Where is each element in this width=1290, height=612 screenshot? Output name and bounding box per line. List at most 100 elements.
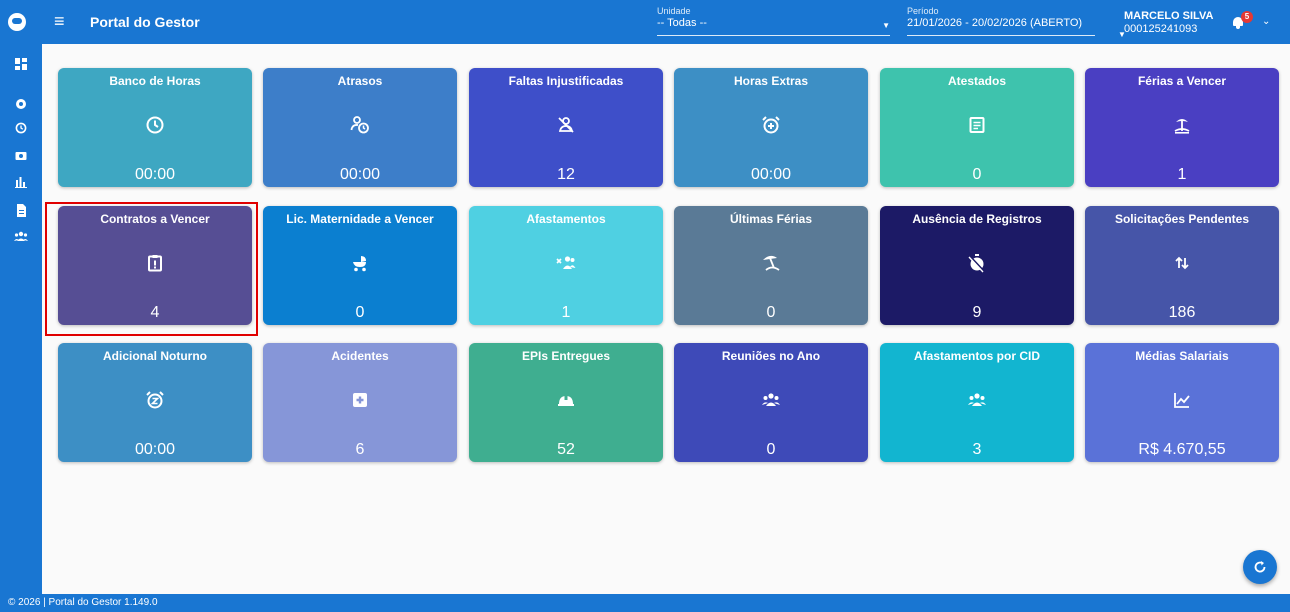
card-value: 00:00 (339, 166, 381, 183)
clock-icon (15, 122, 27, 134)
card-value: 1 (1177, 166, 1187, 183)
late-clock-icon (350, 116, 369, 134)
card-title: Adicional Noturno (103, 349, 207, 363)
card-title: Solicitações Pendentes (1114, 212, 1250, 226)
card-title: Afastamentos por CID (913, 349, 1041, 363)
card-contratos-a-vencer[interactable]: Contratos a Vencer 4 (58, 206, 252, 325)
card-title: Afastamentos (526, 212, 606, 226)
period-label: Período (907, 6, 939, 16)
card-ferias-a-vencer[interactable]: Férias a Vencer 1 (1085, 68, 1279, 187)
card-adicional-noturno[interactable]: Adicional Noturno 00:00 (58, 343, 252, 462)
sidebar-item-payroll[interactable] (13, 148, 29, 164)
card-value: 4 (150, 304, 160, 321)
card-value: 3 (972, 441, 982, 458)
money-icon (15, 152, 27, 160)
card-value: 186 (1168, 304, 1196, 321)
card-value: 12 (557, 166, 575, 183)
card-title: Ausência de Registros (912, 212, 1042, 226)
card-title: Médias Salariais (1135, 349, 1229, 363)
dashboard-icon (15, 58, 27, 70)
period-value: 21/01/2026 - 20/02/2026 (ABERTO) (907, 17, 1083, 29)
unit-select[interactable]: Unidade -- Todas -- ▼ (657, 6, 890, 36)
card-title: Acidentes (331, 349, 389, 363)
card-epis-entregues[interactable]: EPIs Entregues 52 (469, 343, 663, 462)
card-value: R$ 4.670,55 (1138, 441, 1226, 458)
card-title: Lic. Maternidade a Vencer (286, 212, 434, 226)
card-title: Contratos a Vencer (100, 212, 210, 226)
sidebar-item-dashboard[interactable] (13, 56, 29, 72)
eye-icon (16, 99, 26, 109)
card-value: 00:00 (134, 441, 176, 458)
swap-vert-icon (1175, 256, 1189, 270)
card-solicitacoes-pendentes[interactable]: Solicitações Pendentes 186 (1085, 206, 1279, 325)
refresh-button[interactable] (1243, 550, 1277, 584)
card-value: 1 (561, 304, 571, 321)
add-alarm-icon (762, 116, 780, 134)
card-value: 0 (355, 304, 365, 321)
group-off-icon (556, 256, 576, 269)
snooze-alarm-icon (146, 391, 164, 409)
card-atestados[interactable]: Atestados 0 (880, 68, 1074, 187)
document-icon (969, 117, 985, 133)
user-info[interactable]: MARCELO SILVA 000125241093 ▼ (1118, 10, 1214, 39)
card-value: 0 (972, 166, 982, 183)
sidebar-item-documents[interactable] (13, 202, 29, 218)
stroller-icon (353, 256, 366, 272)
trend-chart-icon (1174, 393, 1190, 408)
refresh-icon (1254, 561, 1266, 573)
card-horas-extras[interactable]: Horas Extras 00:00 (674, 68, 868, 187)
card-ausencia-de-registros[interactable]: Ausência de Registros 9 (880, 206, 1074, 325)
card-title: Férias a Vencer (1137, 74, 1227, 88)
card-afastamentos-por-cid[interactable]: Afastamentos por CID 3 (880, 343, 1074, 462)
card-title: Horas Extras (733, 74, 809, 88)
group-icon (14, 231, 28, 241)
user-dropdown-icon: ▼ (1118, 30, 1126, 39)
card-ultimas-ferias[interactable]: Últimas Férias 0 (674, 206, 868, 325)
medical-plus-icon (353, 393, 367, 407)
card-afastamentos[interactable]: Afastamentos 1 (469, 206, 663, 325)
unit-label: Unidade (657, 6, 691, 16)
beach-icon (1174, 119, 1190, 134)
card-value: 9 (972, 304, 982, 321)
clipboard-alert-icon (148, 255, 162, 272)
card-reunioes-no-ano[interactable]: Reuniões no Ano 0 (674, 343, 868, 462)
card-title: EPIs Entregues (521, 349, 611, 363)
timer-off-icon (968, 254, 985, 273)
card-value: 52 (557, 441, 575, 458)
card-acidentes[interactable]: Acidentes 6 (263, 343, 457, 462)
hard-hat-icon (558, 395, 574, 406)
card-title: Faltas Injustificadas (508, 74, 624, 88)
card-medias-salariais[interactable]: Médias Salariais R$ 4.670,55 (1085, 343, 1279, 462)
unit-dropdown-icon: ▼ (882, 21, 890, 30)
chevron-down-icon[interactable]: ⌄ (1262, 16, 1270, 27)
card-value: 00:00 (750, 166, 792, 183)
sidebar-item-view[interactable] (13, 96, 29, 112)
card-title: Atestados (947, 74, 1006, 88)
bar-chart-icon (15, 177, 27, 188)
card-atrasos[interactable]: Atrasos 00:00 (263, 68, 457, 187)
card-title: Últimas Férias (729, 212, 813, 226)
footer: © 2026 | Portal do Gestor 1.149.0 (0, 594, 1290, 612)
app-logo-icon (8, 13, 26, 31)
sidebar-item-team[interactable] (13, 228, 29, 244)
sidebar-item-reports[interactable] (13, 174, 29, 190)
card-value: 00:00 (134, 166, 176, 183)
card-faltas-injustificadas[interactable]: Faltas Injustificadas 12 (469, 68, 663, 187)
card-title: Banco de Horas (109, 74, 201, 88)
user-name: MARCELO SILVA (1124, 10, 1214, 22)
umbrella-icon (763, 255, 780, 271)
card-title: Reuniões no Ano (721, 349, 821, 363)
sidebar (0, 44, 42, 594)
card-banco-de-horas[interactable]: Banco de Horas 00:00 (58, 68, 252, 187)
notification-badge: 5 (1241, 11, 1253, 23)
card-lic-maternidade-a-vencer[interactable]: Lic. Maternidade a Vencer 0 (263, 206, 457, 325)
person-off-icon (558, 117, 574, 133)
menu-icon[interactable]: ≡ (54, 12, 65, 30)
card-value: 0 (766, 304, 776, 321)
unit-value: -- Todas -- (657, 17, 707, 29)
clock-icon (146, 116, 164, 134)
card-title: Atrasos (337, 74, 383, 88)
app-title: Portal do Gestor (90, 14, 200, 30)
period-select[interactable]: Período 21/01/2026 - 20/02/2026 (ABERTO) (907, 6, 1095, 36)
sidebar-item-time[interactable] (13, 120, 29, 136)
